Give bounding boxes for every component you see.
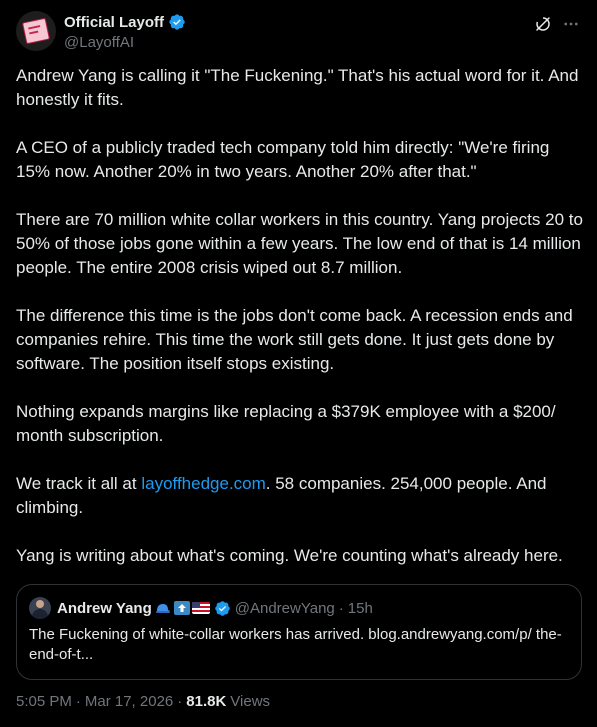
quoted-author-handle[interactable]: @AndrewYang [235,600,335,617]
cap-glyph [155,604,170,613]
separator-dot: · [75,693,81,710]
views-count[interactable]: 81.8K [186,693,226,710]
display-name-row: Official Layoff [64,12,186,32]
up-arrow-emoji-icon [173,601,190,615]
author-handle[interactable]: @LayoffAI [64,34,186,51]
post-time[interactable]: 5:05 PM [16,693,72,710]
separator-dot: · [177,693,183,710]
blue-cap-emoji-icon [154,601,172,615]
verified-badge-icon [169,14,185,30]
body-paragraph: Andrew Yang is calling it "The Fuckening… [16,66,579,109]
author-name-block: Official Layoff @LayoffAI [64,12,186,51]
tracking-text-before: We track it all at [16,474,142,493]
grok-icon[interactable] [533,14,553,34]
quoted-tweet-text: The Fuckening of white-collar workers ha… [29,626,562,663]
more-icon[interactable] [561,14,581,34]
us-flag-emoji-icon [191,602,210,614]
header-actions [533,14,581,34]
body-paragraph: A CEO of a publicly traded tech company … [16,138,550,181]
quoted-tweet[interactable]: Andrew Yang @AndrewYang · 15h The Fucken… [16,584,582,680]
quoted-author-avatar[interactable] [29,597,51,619]
layoffhedge-link[interactable]: layoffhedge.com [141,474,265,493]
verified-badge-icon [214,600,230,616]
views-label: Views [230,693,271,710]
avatar-sticker-logo [21,17,51,45]
quoted-author-name[interactable]: Andrew Yang [57,600,152,617]
body-paragraph: There are 70 million white collar worker… [16,210,583,277]
more-glyph [564,22,578,26]
quoted-tweet-time[interactable]: 15h [348,600,373,617]
separator-dot: · [338,599,344,617]
tweet: Official Layoff @LayoffAI Andrew Yang is… [0,0,597,727]
author-avatar[interactable] [16,11,56,51]
author-display-name[interactable]: Official Layoff [64,14,164,31]
tweet-footer: 5:05 PM · Mar 17, 2026 · 81.8K Views [16,693,270,710]
closing-paragraph: Yang is writing about what's coming. We'… [16,546,563,565]
body-paragraph: The difference this time is the jobs don… [16,306,573,373]
post-date[interactable]: Mar 17, 2026 [85,693,173,710]
tracking-paragraph: We track it all at layoffhedge.com. 58 c… [16,472,584,520]
tweet-body: Andrew Yang is calling it "The Fuckening… [16,64,584,592]
up-arrow-glyph [177,604,186,612]
quoted-tweet-header: Andrew Yang @AndrewYang · 15h [29,597,373,619]
body-paragraph: Nothing expands margins like replacing a… [16,402,556,445]
grok-glyph [536,17,550,31]
